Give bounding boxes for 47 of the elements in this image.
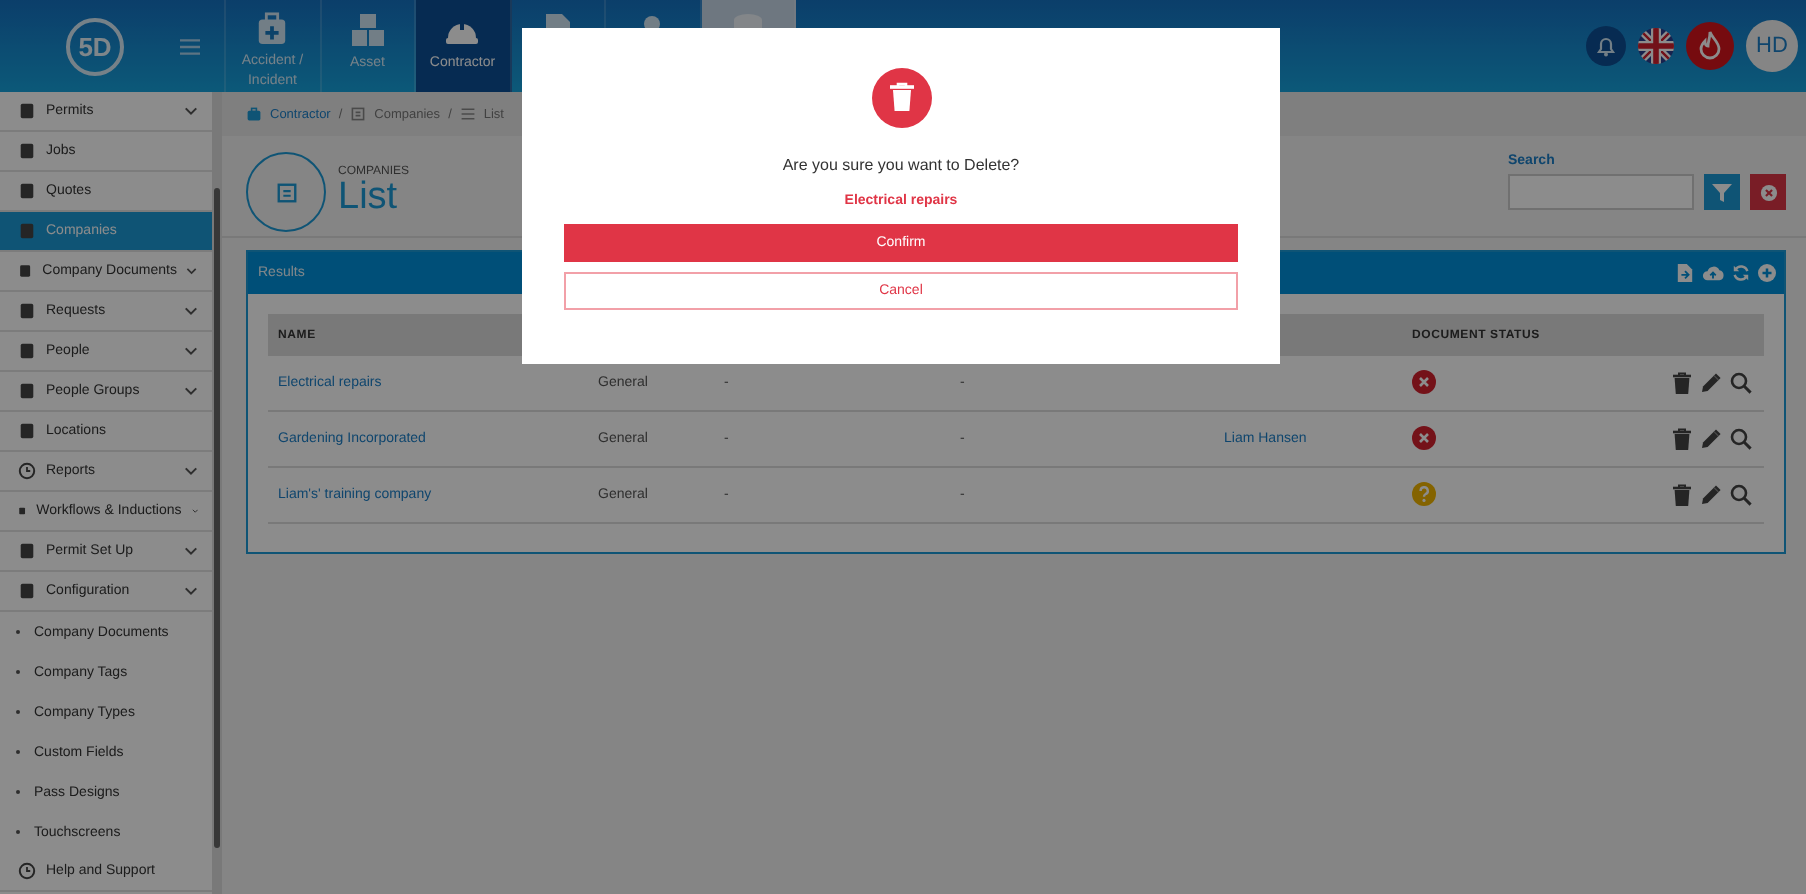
close-icon bbox=[1759, 183, 1777, 201]
briefcase-icon bbox=[246, 106, 262, 122]
filter-button[interactable] bbox=[1704, 174, 1740, 210]
confirm-question: Are you sure you want to Delete? bbox=[782, 156, 1020, 174]
edit-icon[interactable] bbox=[1700, 484, 1722, 506]
edit-icon[interactable] bbox=[1700, 372, 1722, 394]
edit-icon[interactable] bbox=[1700, 428, 1722, 450]
companies-page-icon bbox=[246, 152, 326, 232]
refresh-icon[interactable] bbox=[1732, 264, 1750, 282]
flame-icon[interactable] bbox=[1686, 22, 1734, 70]
search-icon[interactable] bbox=[1730, 428, 1752, 450]
menu-item-icon bbox=[18, 582, 36, 600]
search-icon[interactable] bbox=[1730, 484, 1752, 506]
delete-icon[interactable] bbox=[1672, 428, 1692, 450]
search-icon[interactable] bbox=[1730, 372, 1752, 394]
clear-button[interactable] bbox=[1750, 174, 1786, 210]
search-field[interactable] bbox=[1508, 174, 1694, 210]
trash-icon bbox=[871, 68, 931, 128]
menu-item-icon bbox=[18, 302, 36, 320]
menu-item-icon bbox=[18, 382, 36, 400]
notifications-icon[interactable] bbox=[1586, 26, 1626, 66]
menu-item-icon bbox=[18, 102, 36, 120]
clock-icon bbox=[18, 862, 36, 880]
menu-item-icon bbox=[18, 342, 36, 360]
page-title: List bbox=[338, 178, 400, 218]
cloud-upload-icon[interactable] bbox=[1702, 264, 1724, 282]
menu-item-icon bbox=[18, 502, 27, 520]
menu-item-icon bbox=[18, 542, 36, 560]
filter-icon bbox=[1712, 182, 1732, 202]
user-avatar[interactable]: HD bbox=[1746, 20, 1798, 72]
uk-flag-icon[interactable] bbox=[1638, 28, 1674, 64]
menu-item-icon bbox=[18, 182, 36, 200]
building-icon bbox=[350, 106, 367, 122]
menu-item-icon bbox=[18, 422, 36, 440]
menu-icon[interactable] bbox=[180, 37, 200, 55]
export-icon[interactable] bbox=[1676, 264, 1694, 282]
delete-icon[interactable] bbox=[1672, 372, 1692, 394]
delete-icon[interactable] bbox=[1672, 484, 1692, 506]
add-icon[interactable] bbox=[1758, 264, 1776, 282]
list-icon bbox=[459, 106, 476, 122]
scrollbar[interactable] bbox=[212, 92, 222, 894]
boxes-icon bbox=[349, 12, 386, 48]
menu-item-icon bbox=[18, 222, 36, 240]
clock-icon bbox=[18, 462, 36, 480]
menu-item-icon bbox=[18, 142, 36, 160]
first-aid-kit-icon bbox=[254, 12, 291, 46]
menu-item-icon bbox=[18, 262, 33, 280]
